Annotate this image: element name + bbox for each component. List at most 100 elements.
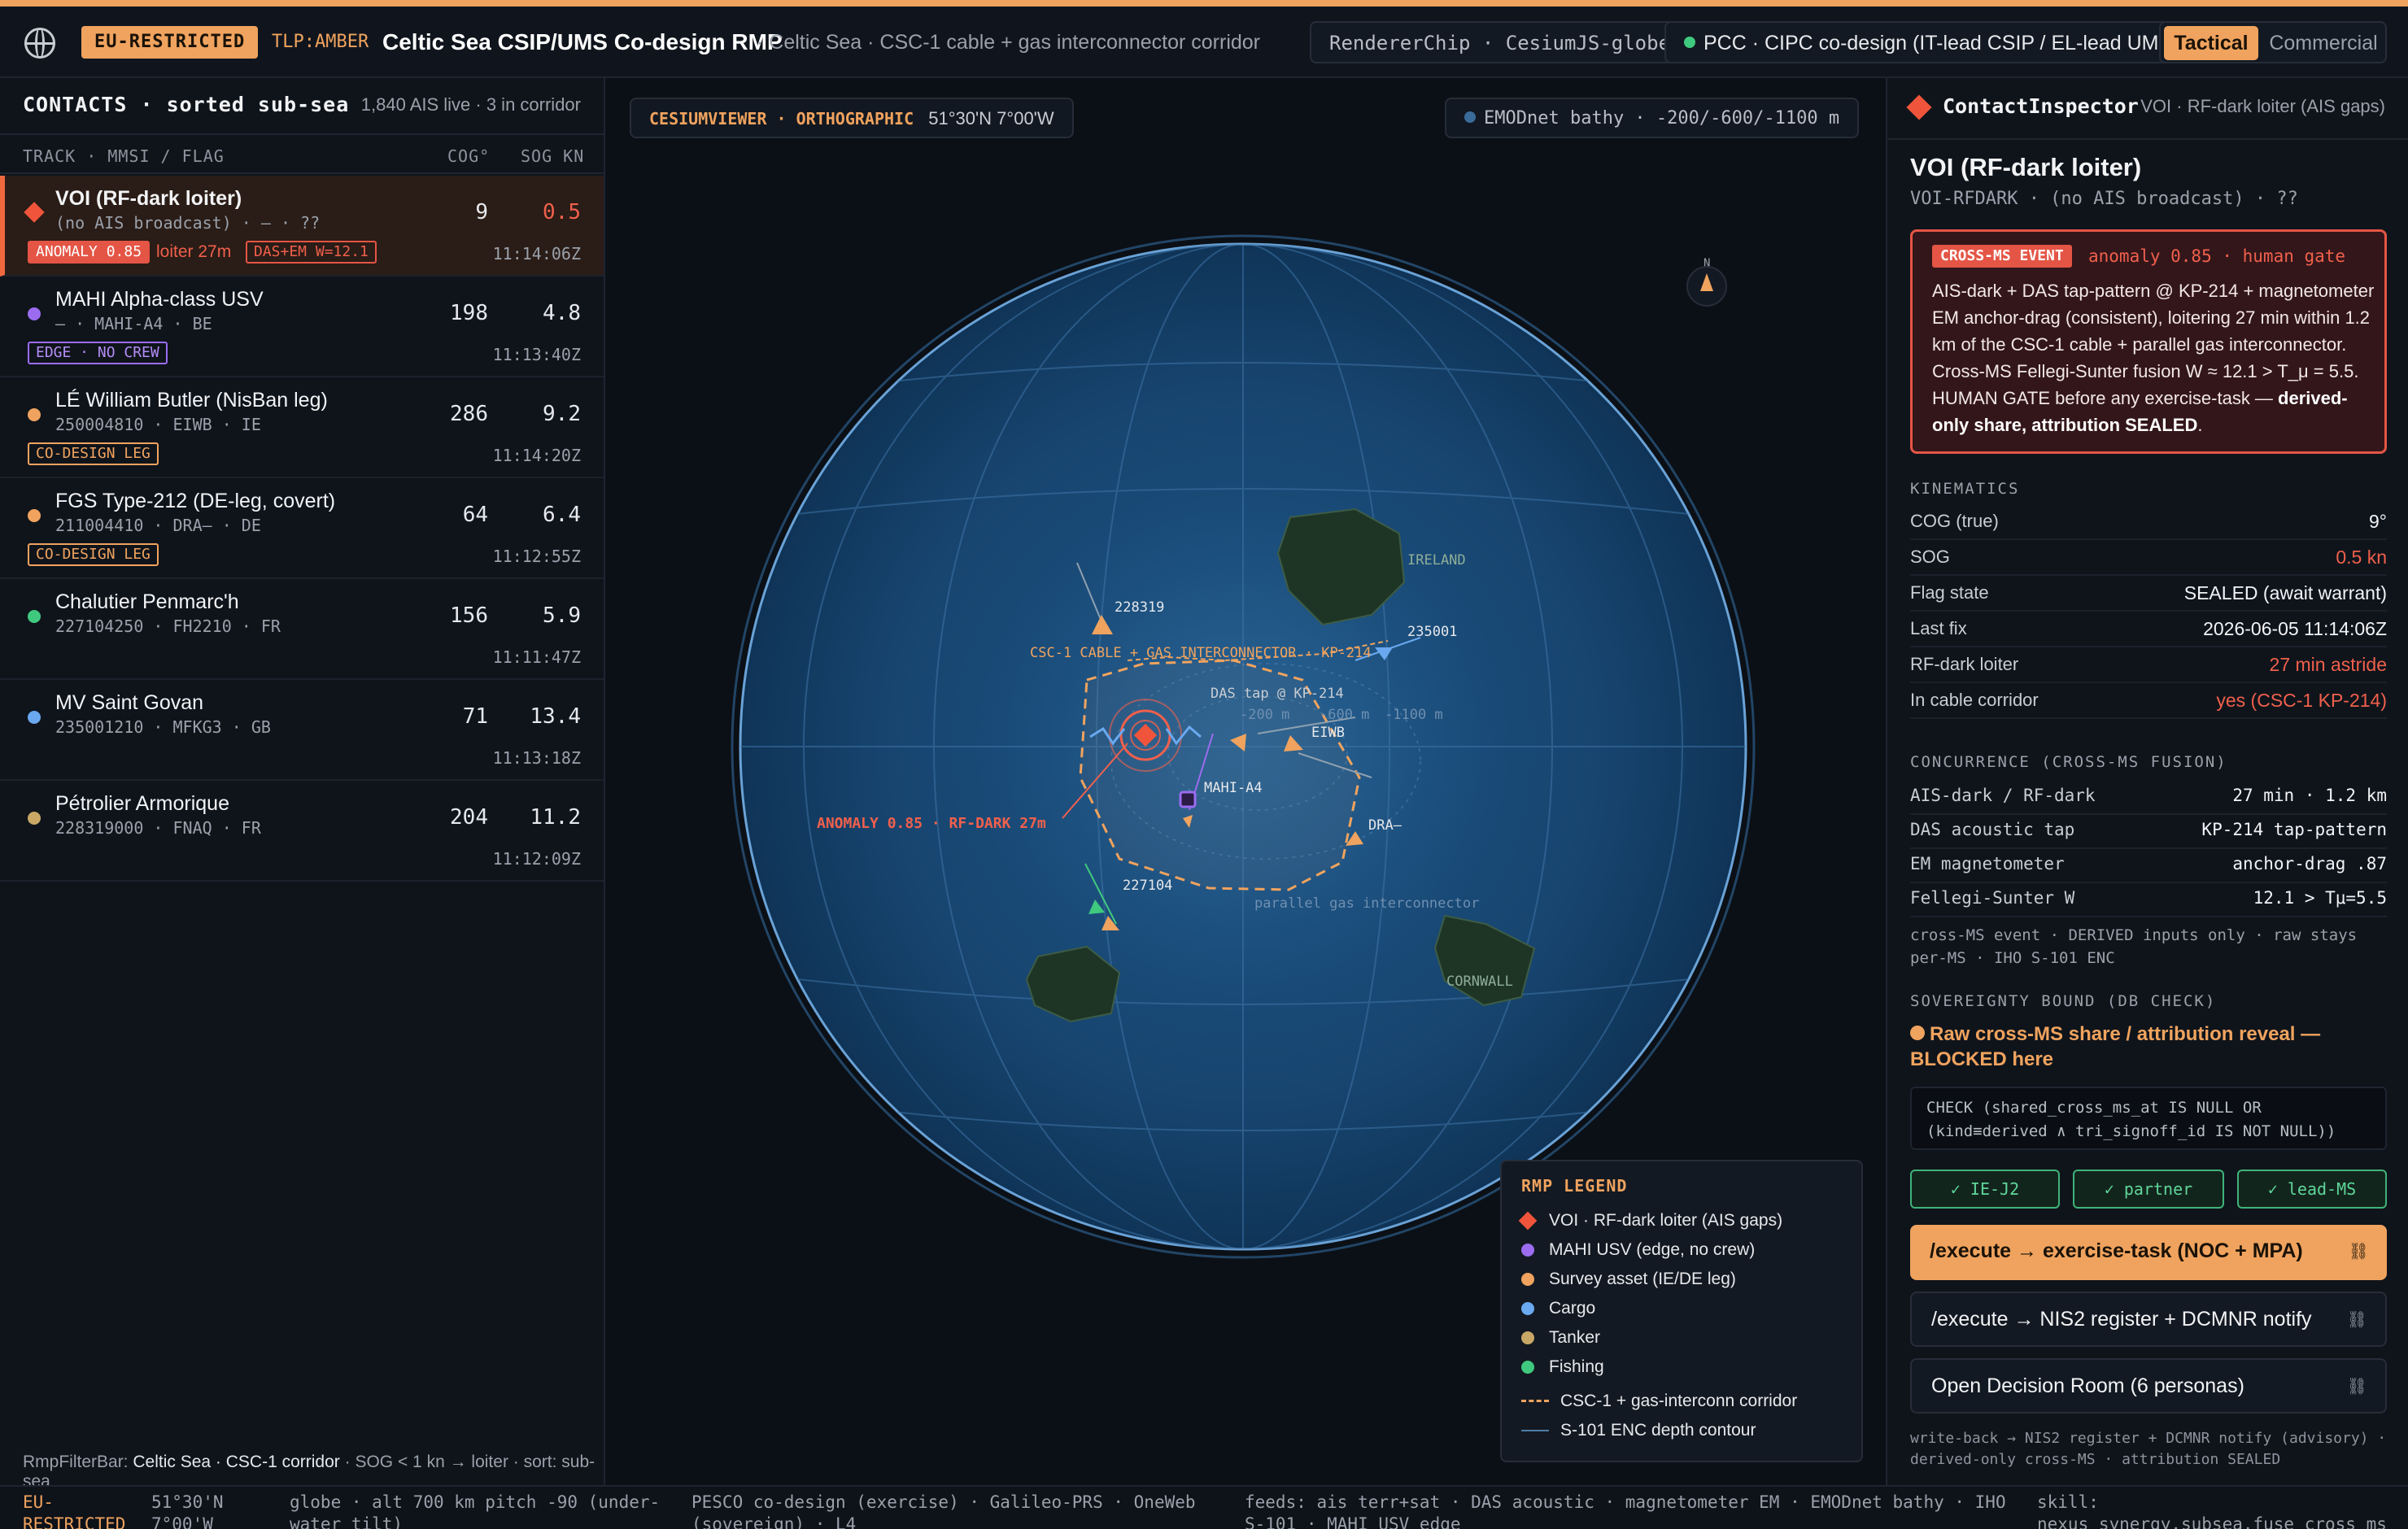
viewer-label: CESIUMVIEWER · ORTHOGRAPHIC bbox=[649, 109, 914, 129]
survey-dot-icon bbox=[28, 408, 41, 421]
contact-time: 11:12:09Z bbox=[492, 849, 581, 869]
kv-last-fix: Last fix 2026-06-05 11:14:06Z bbox=[1910, 612, 2387, 647]
status-skill: skill: nexus_synergy.subsea.fuse_cross_m… bbox=[2037, 1492, 2387, 1529]
contact-id: 227104250 · FH2210 · FR bbox=[55, 616, 281, 636]
contact-sog: 0.5 bbox=[543, 200, 581, 224]
contact-cog: 198 bbox=[450, 301, 488, 325]
db-check-code: CHECK (shared_cross_ms_at IS NULL OR (ki… bbox=[1910, 1087, 2387, 1150]
mode-tactical-button[interactable]: Tactical bbox=[2164, 26, 2258, 60]
label-mahi: MAHI-A4 bbox=[1204, 780, 1263, 796]
execute-exercise-task-button[interactable]: /execute → exercise-task (NOC + MPA) ⛓ bbox=[1910, 1225, 2387, 1280]
label-parallel-gas: parallel gas interconnector bbox=[1254, 895, 1479, 912]
cross-ms-event-alert: CROSS-MS EVENT anomaly 0.85 · human gate… bbox=[1910, 229, 2387, 454]
contact-time: 11:14:20Z bbox=[492, 446, 581, 465]
contact-name: MV Saint Govan bbox=[55, 691, 204, 714]
contact-name: MAHI Alpha-class USV bbox=[55, 288, 264, 311]
classification-badge: EU-RESTRICTED bbox=[81, 26, 259, 59]
contact-row-penmarch[interactable]: Chalutier Penmarc'h 227104250 · FH2210 ·… bbox=[0, 579, 604, 680]
label-eiwb: EIWB bbox=[1311, 725, 1345, 741]
contact-name: Chalutier Penmarc'h bbox=[55, 590, 239, 613]
renderer-chip[interactable]: RendererChip · CesiumJS-globe bbox=[1310, 21, 1690, 63]
contact-row-armorique[interactable]: Pétrolier Armorique 228319000 · FNAQ · F… bbox=[0, 781, 604, 882]
label-depth-200: -200 m bbox=[1240, 707, 1289, 723]
inspector-header: ContactInspector VOI · RF-dark loiter (A… bbox=[1887, 78, 2408, 140]
contact-sog: 6.4 bbox=[543, 503, 581, 527]
open-decision-room-button[interactable]: Open Decision Room (6 personas) ⛓ bbox=[1910, 1358, 2387, 1414]
das-em-badge: DAS+EM W=12.1 bbox=[246, 241, 377, 264]
marker-mahi[interactable] bbox=[1179, 791, 1197, 808]
pcc-chip-label: PCC · CIPC co-design (IT-lead CSIP / EL-… bbox=[1703, 32, 2179, 54]
label-corridor: CSC-1 CABLE + GAS INTERCONNECTOR · KP-21… bbox=[1030, 645, 1372, 661]
pcc-chip[interactable]: PCC · CIPC co-design (IT-lead CSIP / EL-… bbox=[1664, 21, 2199, 63]
signoff-partner[interactable]: ✓ partner bbox=[2073, 1170, 2224, 1209]
mode-toggle: Tactical Commercial bbox=[2159, 21, 2387, 63]
contact-row-eiwb[interactable]: LÉ William Butler (NisBan leg) 250004810… bbox=[0, 377, 604, 478]
contacts-panel: CONTACTS · sorted sub-sea 1,840 AIS live… bbox=[0, 78, 605, 1491]
contacts-meta: 1,840 AIS live · 3 in corridor bbox=[360, 94, 581, 115]
status-globe: globe · alt 700 km pitch -90 (under-wate… bbox=[290, 1492, 661, 1529]
col-cog-header[interactable]: COG° bbox=[447, 146, 490, 166]
usv-legend-icon bbox=[1521, 1244, 1534, 1257]
status-pesco: PESCO co-design (exercise) · Galileo-PRS… bbox=[691, 1492, 1196, 1529]
contact-cog: 156 bbox=[450, 603, 488, 628]
col-track-header[interactable]: TRACK · MMSI / FLAG bbox=[23, 146, 225, 166]
survey-dot-icon bbox=[28, 509, 41, 522]
contact-id: — · MAHI-A4 · BE bbox=[55, 314, 212, 333]
kv-rf-dark: RF-dark loiter 27 min astride bbox=[1910, 647, 2387, 683]
kv-in-corridor: In cable corridor yes (CSC-1 KP-214) bbox=[1910, 683, 2387, 719]
viewer-coords: 51°30'N 7°00'W bbox=[928, 108, 1054, 129]
col-sog-header[interactable]: SOG KN bbox=[521, 146, 584, 166]
signoff-lead-ms[interactable]: ✓ lead-MS bbox=[2237, 1170, 2387, 1209]
cc-em: EM magnetometer anchor-drag .87 bbox=[1910, 847, 2387, 883]
voi-legend-icon bbox=[1518, 1211, 1538, 1231]
chain-icon: ⛓ bbox=[2346, 1378, 2367, 1396]
map-legend: RMP LEGEND VOI · RF-dark loiter (AIS gap… bbox=[1500, 1160, 1863, 1462]
inspector-contact-id: VOI-RFDARK · (no AIS broadcast) · ?? bbox=[1910, 189, 2298, 209]
contact-row-saint-govan[interactable]: MV Saint Govan 235001210 · MFKG3 · GB 71… bbox=[0, 680, 604, 781]
contact-id: 235001210 · MFKG3 · GB bbox=[55, 717, 271, 737]
chain-icon: ⛓ bbox=[2346, 1311, 2367, 1329]
voi-diamond-icon bbox=[1906, 94, 1932, 120]
contact-name: FGS Type-212 (DE-leg, covert) bbox=[55, 490, 336, 512]
signoff-ie-j2[interactable]: ✓ IE-J2 bbox=[1910, 1170, 2060, 1209]
contact-time: 11:14:06Z bbox=[492, 244, 581, 264]
contact-cog: 71 bbox=[462, 704, 488, 729]
bathy-chip[interactable]: EMODnet bathy · -200/-600/-1100 m bbox=[1445, 98, 1860, 138]
contact-name: Pétrolier Armorique bbox=[55, 792, 229, 815]
label-cornwall: CORNWALL bbox=[1446, 974, 1513, 990]
warning-dot-icon bbox=[1910, 1025, 1925, 1040]
label-depth-1100: -1100 m bbox=[1385, 707, 1443, 723]
event-text: AIS-dark + DAS tap-pattern @ KP-214 + ma… bbox=[1932, 281, 2375, 435]
contact-sog: 9.2 bbox=[543, 402, 581, 426]
contact-id: (no AIS broadcast) · — · ?? bbox=[55, 213, 321, 233]
cc-fellegi: Fellegi-Sunter W 12.1 > Tμ=5.5 bbox=[1910, 882, 2387, 917]
viewer-chip: CESIUMVIEWER · ORTHOGRAPHIC 51°30'N 7°00… bbox=[630, 98, 1074, 138]
corridor-legend-icon bbox=[1521, 1400, 1549, 1402]
tanker-legend-icon bbox=[1521, 1331, 1534, 1344]
blocked-notice: Raw cross-MS share / attribution reveal … bbox=[1910, 1023, 2321, 1070]
status-feeds: feeds: ais terr+sat · DAS acoustic · mag… bbox=[1245, 1492, 2006, 1529]
fishing-legend-icon bbox=[1521, 1361, 1534, 1374]
contact-cog: 286 bbox=[450, 402, 488, 426]
inspector-meta: VOI · RF-dark loiter (AIS gaps) bbox=[2140, 96, 2385, 116]
contact-row-type212[interactable]: FGS Type-212 (DE-leg, covert) 211004410 … bbox=[0, 478, 604, 579]
event-meta: anomaly 0.85 · human gate bbox=[2088, 246, 2346, 266]
north-indicator[interactable]: N bbox=[1686, 257, 1727, 307]
mode-commercial-button[interactable]: Commercial bbox=[2263, 26, 2384, 60]
contact-row-voi[interactable]: VOI (RF-dark loiter) (no AIS broadcast) … bbox=[0, 176, 604, 277]
status-coords: 51°30'N 7°00'W bbox=[151, 1492, 224, 1529]
contact-time: 11:11:47Z bbox=[492, 647, 581, 667]
tanker-dot-icon bbox=[28, 812, 41, 825]
loiter-label: loiter 27m bbox=[156, 242, 232, 261]
status-bar: EU-RESTRICTED 51°30'N 7°00'W globe · alt… bbox=[0, 1485, 2408, 1529]
contact-row-mahi[interactable]: MAHI Alpha-class USV — · MAHI-A4 · BE 19… bbox=[0, 277, 604, 377]
execute-nis2-register-button[interactable]: /execute → NIS2 register + DCMNR notify ⛓ bbox=[1910, 1292, 2387, 1347]
globe-map[interactable]: 228319 235001 EIWB MAHI-A4 DRA— 227104 I… bbox=[607, 78, 1886, 1485]
co-design-badge: CO-DESIGN LEG bbox=[28, 543, 159, 566]
bathy-dot-icon bbox=[1464, 111, 1476, 123]
contacts-column-header: TRACK · MMSI / FLAG COG° SOG KN bbox=[0, 133, 604, 174]
globe-icon[interactable] bbox=[24, 28, 55, 59]
label-235001: 235001 bbox=[1407, 624, 1457, 640]
inspector-contact-name: VOI (RF-dark loiter) bbox=[1910, 153, 2142, 181]
contact-time: 11:13:18Z bbox=[492, 748, 581, 768]
